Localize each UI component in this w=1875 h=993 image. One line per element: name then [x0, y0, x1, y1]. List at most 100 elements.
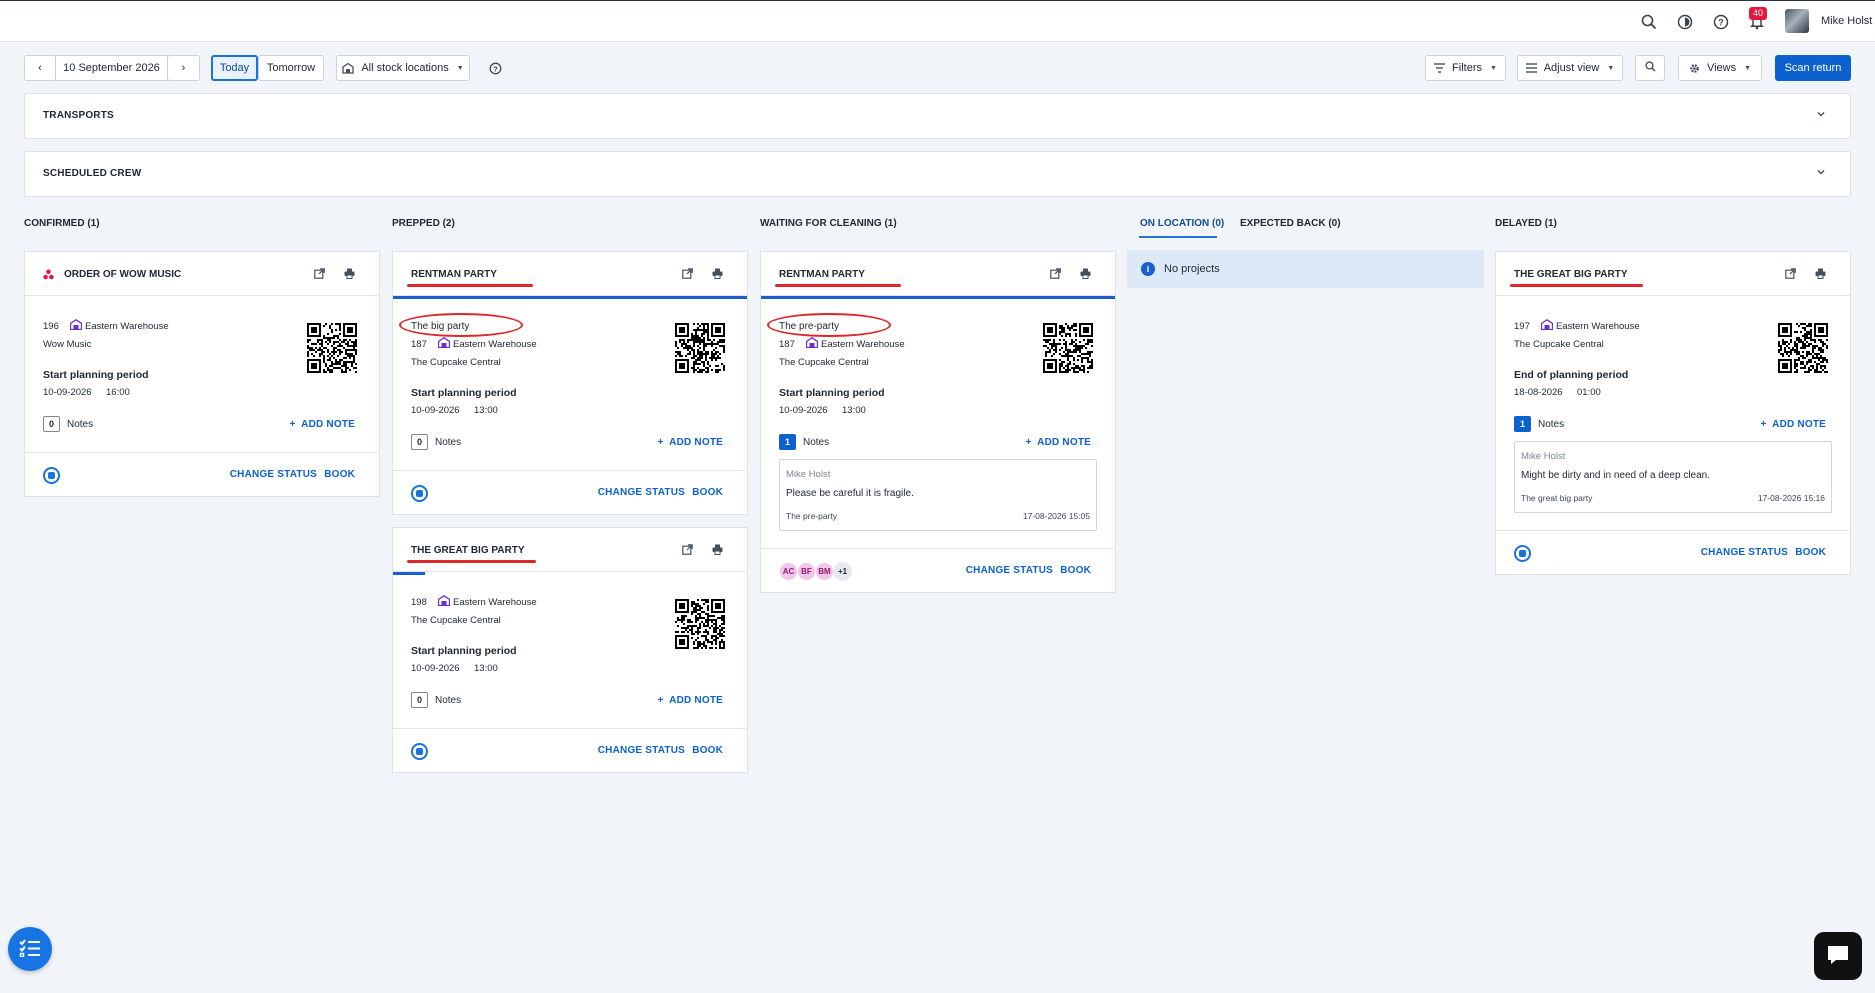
open-external-icon[interactable]: [682, 268, 693, 282]
views-button[interactable]: Views ▼: [1678, 55, 1762, 81]
add-note-button[interactable]: + ADD NOTE: [290, 419, 355, 430]
adjust-view-label: Adjust view: [1543, 62, 1600, 74]
tab-on-location[interactable]: ON LOCATION (0): [1140, 218, 1224, 229]
print-icon[interactable]: [1080, 268, 1091, 282]
book-button[interactable]: BOOK: [324, 469, 355, 480]
warehouse-name: Eastern Warehouse: [453, 339, 537, 350]
date-picker[interactable]: 10 September 2026: [55, 55, 168, 81]
project-card[interactable]: THE GREAT BIG PARTY 198 Eastern Warehous…: [392, 527, 748, 773]
print-icon[interactable]: [1815, 268, 1826, 282]
stock-locations-dropdown[interactable]: All stock locations ▼: [336, 55, 470, 81]
add-note-button[interactable]: + ADD NOTE: [658, 695, 723, 706]
column-waiting-header: WAITING FOR CLEANING (1): [760, 218, 897, 229]
list-icon: [1525, 63, 1537, 73]
today-button[interactable]: Today: [211, 55, 258, 81]
crew-icon[interactable]: [43, 467, 60, 484]
add-note-button[interactable]: + ADD NOTE: [1761, 419, 1826, 430]
theme-icon[interactable]: [1676, 13, 1694, 31]
chat-icon: [1826, 944, 1850, 969]
help-circle-icon[interactable]: ?: [487, 60, 503, 76]
project-card[interactable]: ORDER OF WOW MUSIC 196 Eastern Warehouse…: [24, 251, 380, 497]
crew-icon[interactable]: [411, 743, 428, 760]
crew-more-badge[interactable]: +1: [833, 562, 852, 581]
crew-avatar[interactable]: AC: [779, 562, 798, 581]
task-list-button[interactable]: [8, 927, 52, 971]
open-external-icon[interactable]: [1785, 268, 1796, 282]
crew-avatar[interactable]: BF: [797, 562, 816, 581]
empty-state-text: No projects: [1164, 263, 1220, 275]
notes-count: 1: [779, 434, 796, 450]
planning-date: 18-08-2026: [1514, 387, 1563, 398]
planning-date: 10-09-2026: [411, 663, 460, 674]
change-status-button[interactable]: CHANGE STATUS: [230, 469, 317, 480]
card-title[interactable]: THE GREAT BIG PARTY: [1514, 269, 1628, 280]
subproject-name: The pre-party: [779, 321, 840, 332]
project-card[interactable]: THE GREAT BIG PARTY 197 Eastern Warehous…: [1495, 251, 1851, 575]
add-note-label: ADD NOTE: [669, 437, 723, 448]
scheduled-crew-panel[interactable]: SCHEDULED CREW: [24, 151, 1851, 197]
prev-day-button[interactable]: ‹: [24, 55, 56, 81]
open-external-icon[interactable]: [682, 544, 693, 558]
tab-expected-back[interactable]: EXPECTED BACK (0): [1240, 218, 1341, 229]
project-card[interactable]: RENTMAN PARTY The pre-party 187 Eastern …: [760, 251, 1116, 593]
qr-code: [1043, 323, 1093, 373]
filters-button[interactable]: Filters ▼: [1425, 55, 1506, 81]
book-button[interactable]: BOOK: [1795, 547, 1826, 558]
card-title[interactable]: RENTMAN PARTY: [779, 269, 865, 280]
info-icon: i: [1141, 262, 1155, 276]
add-note-button[interactable]: + ADD NOTE: [658, 437, 723, 448]
card-title[interactable]: ORDER OF WOW MUSIC: [64, 269, 181, 280]
add-note-button[interactable]: + ADD NOTE: [1026, 437, 1091, 448]
book-button[interactable]: BOOK: [1060, 565, 1091, 576]
transports-panel[interactable]: TRANSPORTS: [24, 93, 1851, 139]
change-status-button[interactable]: CHANGE STATUS: [1701, 547, 1788, 558]
chevron-down-icon[interactable]: [1816, 167, 1826, 180]
planning-time: 13:00: [474, 405, 498, 416]
tomorrow-button[interactable]: Tomorrow: [258, 55, 324, 81]
crew-icon[interactable]: [411, 485, 428, 502]
change-status-button[interactable]: CHANGE STATUS: [598, 487, 685, 498]
book-button[interactable]: BOOK: [692, 487, 723, 498]
checklist-icon: [19, 938, 41, 960]
user-name[interactable]: Mike Holst: [1821, 15, 1872, 27]
annotation-underline: [407, 284, 533, 287]
card-footer: AC BF BM +1 CHANGE STATUS BOOK: [761, 548, 1115, 592]
planning-period-label: Start planning period: [43, 369, 149, 381]
planning-time: 13:00: [842, 405, 866, 416]
print-icon[interactable]: [712, 268, 723, 282]
empty-state-alert: i No projects: [1127, 250, 1484, 288]
change-status-button[interactable]: CHANGE STATUS: [598, 745, 685, 756]
progress-bar: [393, 572, 425, 575]
search-icon[interactable]: [1640, 13, 1658, 31]
client-name: The Cupcake Central: [779, 357, 869, 368]
adjust-view-button[interactable]: Adjust view ▼: [1517, 55, 1623, 81]
search-button[interactable]: [1635, 55, 1665, 81]
open-external-icon[interactable]: [1050, 268, 1061, 282]
add-note-label: ADD NOTE: [669, 695, 723, 706]
scan-return-button[interactable]: Scan return: [1775, 55, 1851, 81]
note-item[interactable]: Mike Holst Might be dirty and in need of…: [1514, 441, 1832, 513]
open-external-icon[interactable]: [314, 268, 325, 282]
annotation-underline: [1510, 284, 1643, 287]
next-day-button[interactable]: ›: [167, 55, 200, 81]
change-status-button[interactable]: CHANGE STATUS: [966, 565, 1053, 576]
card-title[interactable]: THE GREAT BIG PARTY: [411, 545, 525, 556]
planning-period-label: Start planning period: [779, 387, 885, 399]
project-card[interactable]: RENTMAN PARTY The big party 187 Eastern …: [392, 251, 748, 515]
crew-icon[interactable]: [1514, 545, 1531, 562]
help-icon[interactable]: ?: [1712, 13, 1730, 31]
crew-avatar[interactable]: BM: [815, 562, 834, 581]
chat-button[interactable]: [1814, 932, 1862, 980]
planning-period-label: Start planning period: [411, 645, 517, 657]
chevron-down-icon[interactable]: [1816, 109, 1826, 122]
print-icon[interactable]: [344, 268, 355, 282]
card-title[interactable]: RENTMAN PARTY: [411, 269, 497, 280]
note-item[interactable]: Mike Holst Please be careful it is fragi…: [779, 459, 1097, 531]
card-header: RENTMAN PARTY: [393, 252, 747, 296]
notes-count: 0: [411, 692, 428, 708]
print-icon[interactable]: [712, 544, 723, 558]
book-button[interactable]: BOOK: [692, 745, 723, 756]
avatar[interactable]: [1785, 9, 1809, 33]
add-note-label: ADD NOTE: [1772, 419, 1826, 430]
transports-title: TRANSPORTS: [43, 110, 114, 121]
